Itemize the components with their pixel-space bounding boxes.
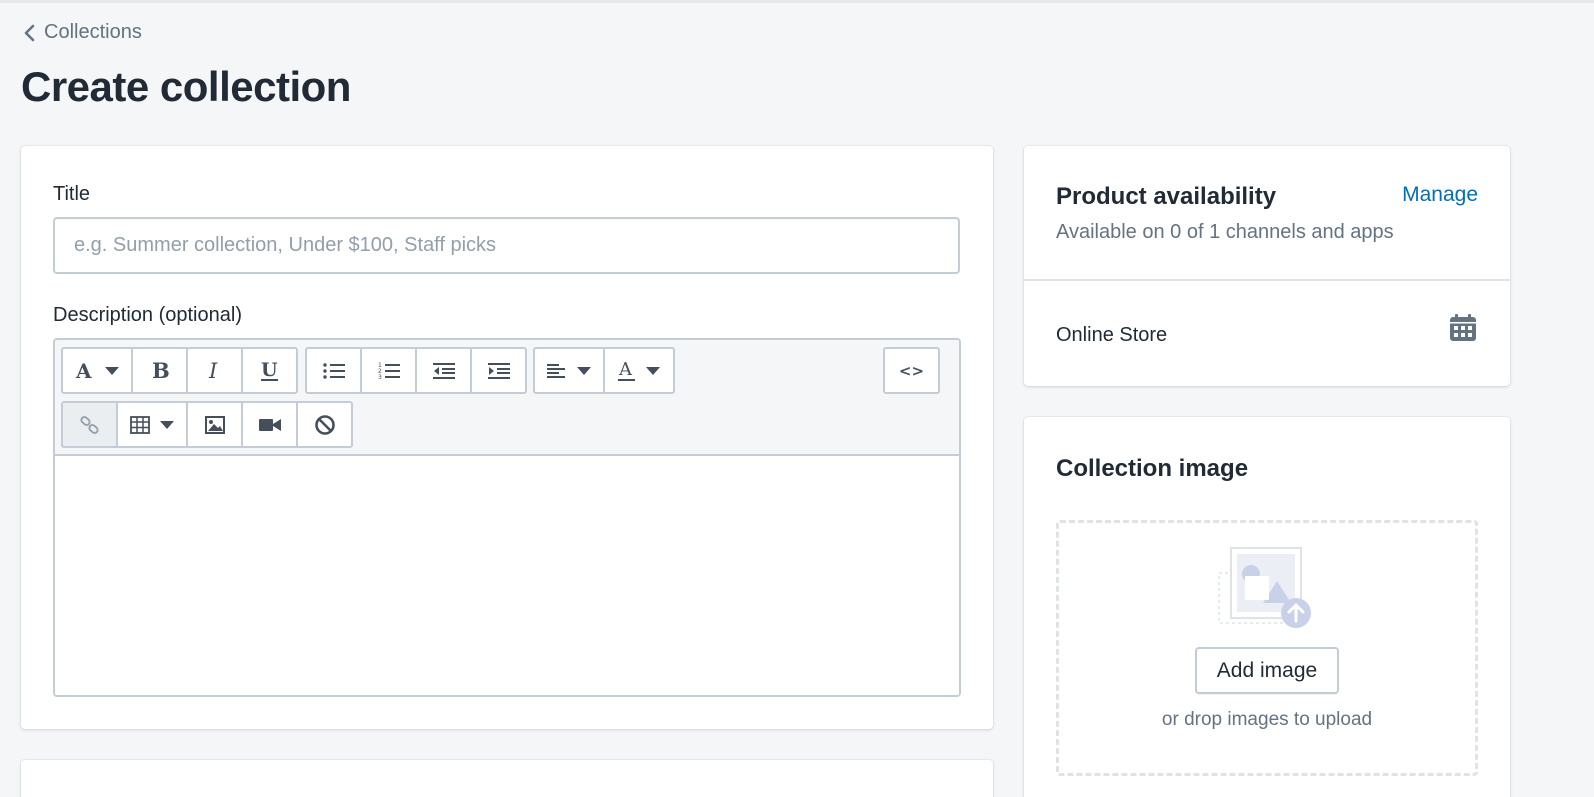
svg-text:A: A: [75, 361, 92, 381]
chevron-down-icon: [646, 366, 660, 375]
calendar-icon[interactable]: [1449, 314, 1477, 342]
editor-toolbar: A B I U 123 A <>: [55, 340, 959, 456]
insert-group: [61, 401, 353, 448]
indent-icon: [487, 362, 510, 379]
italic-icon: I: [208, 360, 218, 382]
description-label: Description (optional): [53, 304, 242, 326]
outdent-button[interactable]: [415, 347, 472, 394]
title-label: Title: [53, 183, 91, 205]
breadcrumb[interactable]: Collections: [22, 21, 142, 44]
bullet-list-icon: [322, 362, 345, 379]
link-button[interactable]: [61, 401, 118, 448]
font-icon: A: [75, 361, 92, 381]
svg-text:U: U: [261, 359, 278, 381]
clear-formatting-icon: [314, 414, 335, 435]
manage-link[interactable]: Manage: [1402, 183, 1478, 207]
table-icon: [130, 415, 150, 434]
italic-button[interactable]: I: [186, 347, 243, 394]
outdent-icon: [432, 362, 455, 379]
bold-button[interactable]: B: [131, 347, 188, 394]
upload-image-icon: [1218, 547, 1311, 628]
collection-image-card: Collection image Add image or drop image…: [1024, 417, 1510, 797]
image-icon: [204, 415, 225, 434]
table-button[interactable]: [116, 401, 188, 448]
chevron-down-icon: [577, 366, 591, 375]
align-left-icon: [547, 363, 565, 378]
numbered-list-icon: 123: [378, 362, 400, 381]
svg-text:A: A: [618, 359, 633, 380]
text-color-icon: A: [618, 359, 635, 381]
title-input[interactable]: [53, 217, 960, 274]
svg-text:3: 3: [378, 374, 382, 381]
add-image-button[interactable]: Add image: [1195, 647, 1339, 694]
channel-online-store: Online Store: [1056, 324, 1168, 346]
image-dropzone[interactable]: Add image or drop images to upload: [1056, 520, 1478, 776]
svg-text:I: I: [208, 360, 218, 382]
drop-hint: or drop images to upload: [1161, 709, 1373, 730]
code-group: <>: [883, 347, 940, 394]
collection-image-title: Collection image: [1056, 455, 1249, 482]
description-content-area[interactable]: [55, 456, 959, 695]
svg-text:B: B: [152, 360, 170, 382]
underline-button[interactable]: U: [241, 347, 298, 394]
list-group: 123: [305, 347, 527, 394]
text-color-button[interactable]: A: [603, 347, 675, 394]
insert-video-button[interactable]: [241, 401, 298, 448]
bold-icon: B: [152, 360, 170, 382]
alignment-group: A: [533, 347, 675, 394]
bullet-list-button[interactable]: [305, 347, 362, 394]
link-icon: [79, 415, 99, 434]
product-availability-title: Product availability: [1056, 183, 1277, 210]
availability-summary: Available on 0 of 1 channels and apps: [1056, 221, 1394, 243]
video-icon: [258, 418, 281, 431]
code-view-button[interactable]: <>: [883, 347, 940, 394]
chevron-down-icon: [105, 366, 119, 375]
breadcrumb-label: Collections: [44, 21, 142, 43]
underline-icon: U: [260, 359, 278, 381]
font-style-button[interactable]: A: [61, 347, 133, 394]
align-button[interactable]: [533, 347, 605, 394]
numbered-list-button[interactable]: 123: [360, 347, 417, 394]
indent-button[interactable]: [470, 347, 527, 394]
collection-details-card: Title Description (optional) A B I U: [21, 146, 993, 729]
text-style-group: A B I U: [61, 347, 298, 394]
page-title: Create collection: [21, 63, 351, 110]
product-availability-card: Product availability Manage Available on…: [1024, 146, 1510, 386]
code-view-icon: <>: [898, 361, 925, 380]
chevron-left-icon: [24, 24, 35, 41]
chevron-down-icon: [160, 420, 174, 429]
description-editor: A B I U 123 A <>: [53, 338, 961, 697]
divider: [1024, 279, 1510, 281]
secondary-card: [21, 760, 993, 797]
clear-formatting-button[interactable]: [296, 401, 353, 448]
insert-image-button[interactable]: [186, 401, 243, 448]
